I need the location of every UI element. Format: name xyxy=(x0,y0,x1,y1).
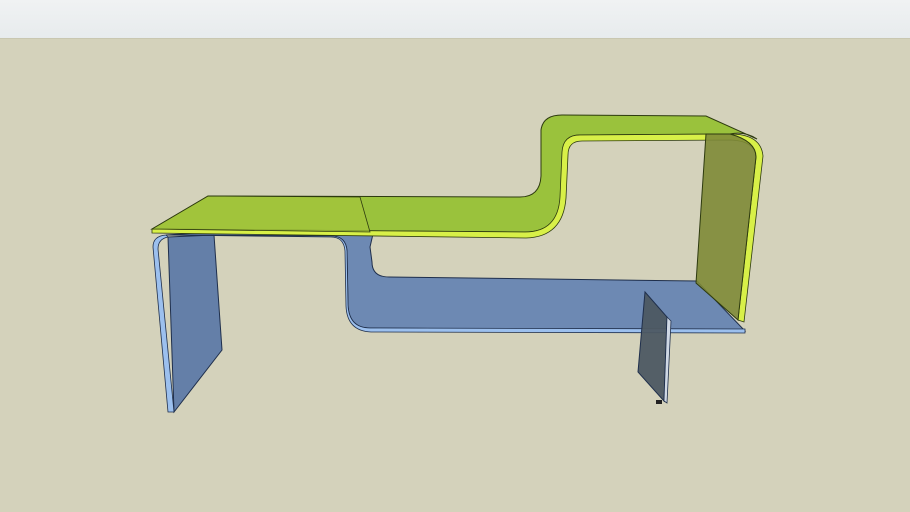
blue-left-leg-face xyxy=(167,234,223,414)
blue-shelf-left-leg[interactable] xyxy=(152,234,223,414)
blue-right-support-foot xyxy=(656,400,662,404)
green-shelf-left-slab xyxy=(150,195,371,233)
model-viewport[interactable] xyxy=(0,0,910,512)
shelf-model[interactable] xyxy=(0,0,910,512)
